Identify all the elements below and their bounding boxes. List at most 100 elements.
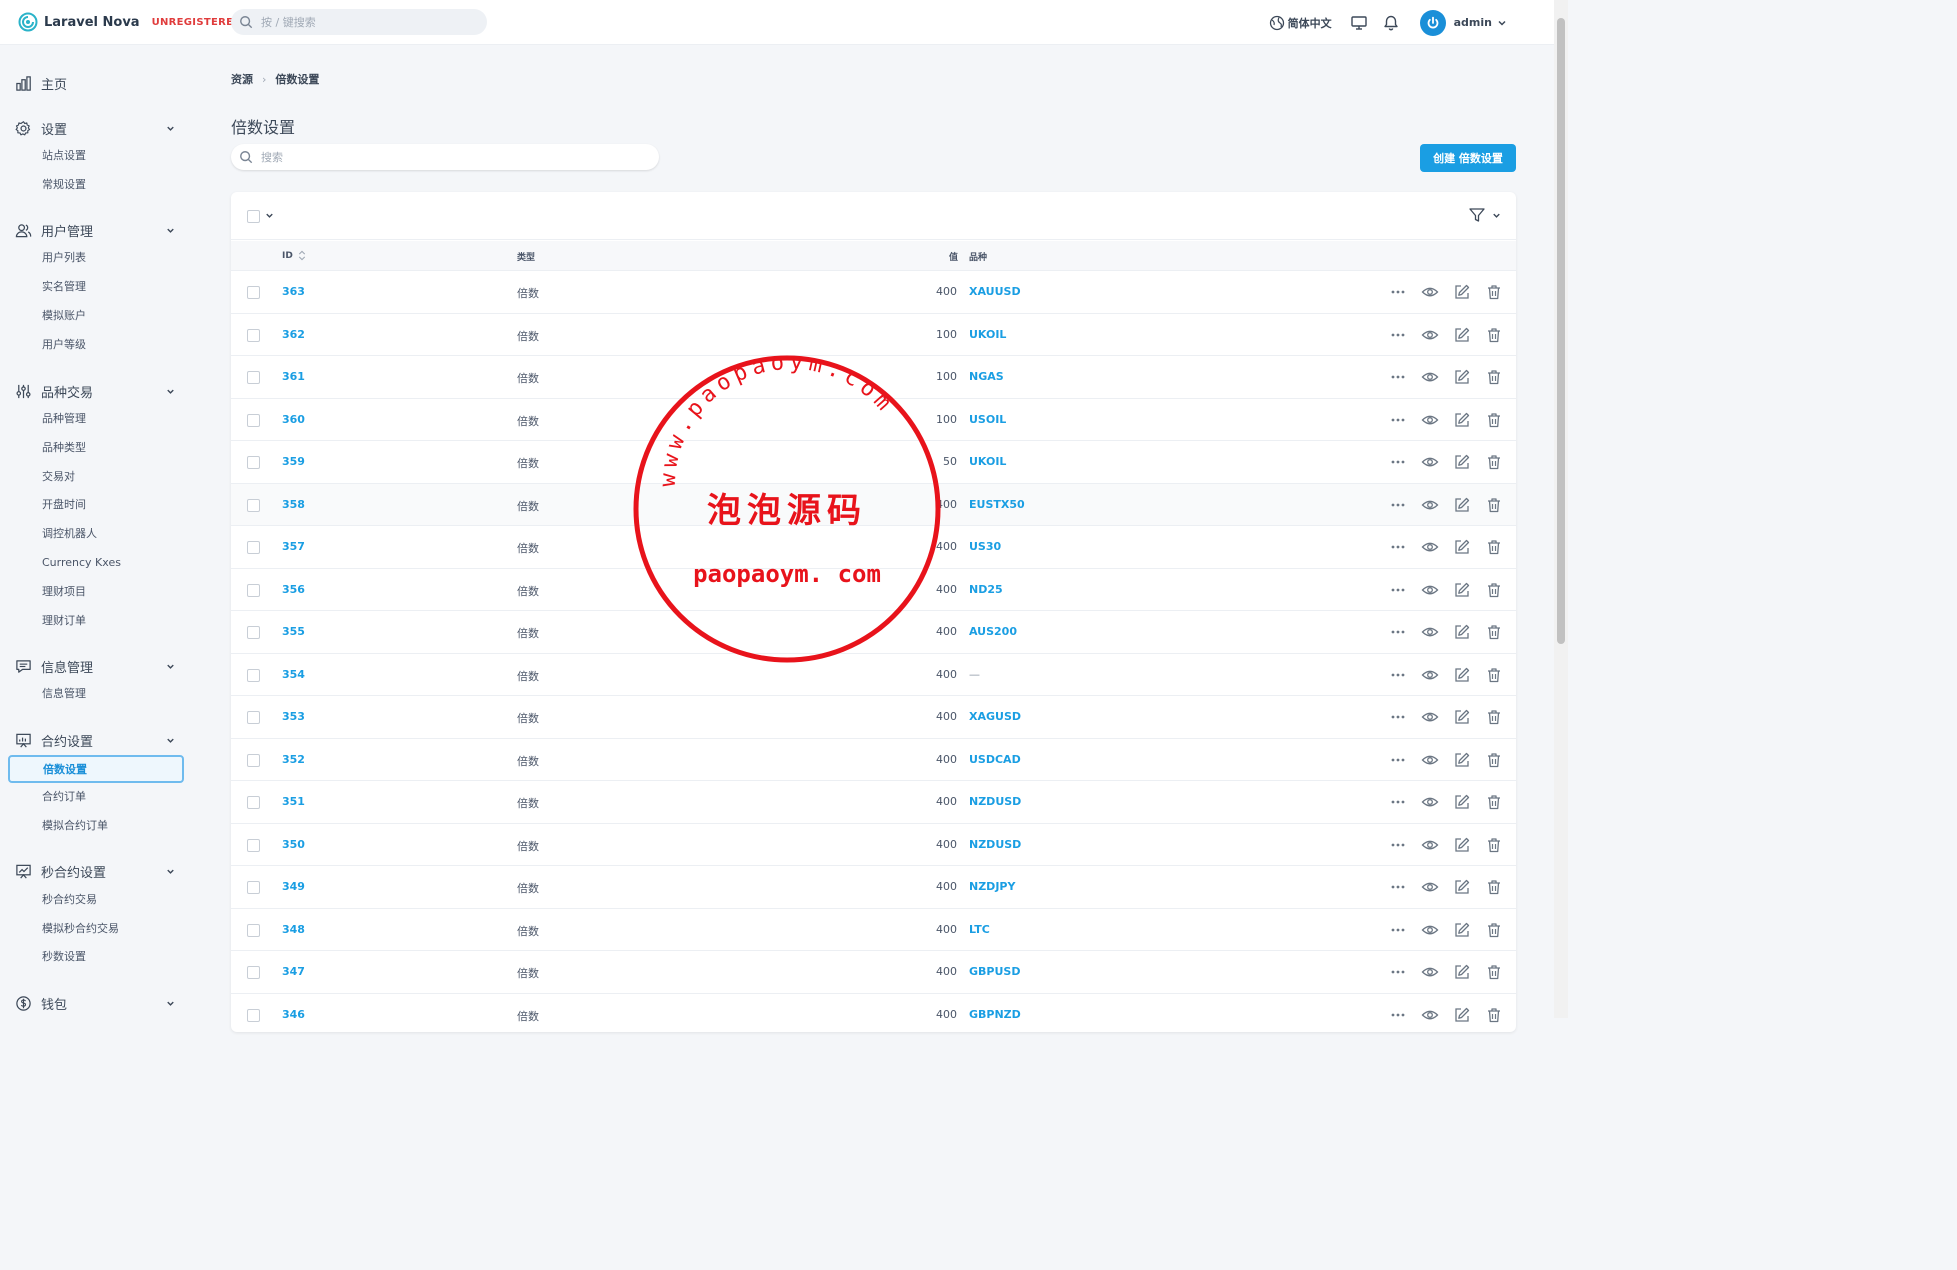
table-row[interactable]: 349 倍数 400 NZDJPY <box>231 866 1516 909</box>
table-row[interactable]: 354 倍数 400 — <box>231 654 1516 696</box>
sidebar-item-user-list[interactable]: 用户列表 <box>42 249 86 267</box>
row-symbol-link[interactable]: UKOIL <box>969 455 1006 468</box>
table-row[interactable]: 355 倍数 400 AUS200 <box>231 611 1516 654</box>
table-row[interactable]: 363 倍数 400 XAUUSD <box>231 271 1516 314</box>
language-switcher[interactable]: 简体中文 <box>1269 15 1332 31</box>
row-checkbox[interactable] <box>247 1008 260 1022</box>
trash-icon[interactable] <box>1484 707 1504 727</box>
edit-icon[interactable] <box>1452 792 1472 812</box>
more-icon[interactable] <box>1388 877 1408 897</box>
row-id-link[interactable]: 362 <box>282 328 305 341</box>
table-row[interactable]: 352 倍数 400 USDCAD <box>231 739 1516 781</box>
more-icon[interactable] <box>1388 920 1408 940</box>
app-logo[interactable]: Laravel Nova UNREGISTERED <box>18 12 242 32</box>
row-id-link[interactable]: 363 <box>282 285 305 298</box>
row-id-link[interactable]: 354 <box>282 668 305 681</box>
more-icon[interactable] <box>1388 580 1408 600</box>
row-id-link[interactable]: 353 <box>282 710 305 723</box>
edit-icon[interactable] <box>1452 1005 1472 1025</box>
sidebar-item-general-settings[interactable]: 常规设置 <box>42 176 86 194</box>
eye-icon[interactable] <box>1420 367 1440 387</box>
more-icon[interactable] <box>1388 282 1408 302</box>
trash-icon[interactable] <box>1484 792 1504 812</box>
row-symbol-link[interactable]: NGAS <box>969 370 1004 383</box>
trash-icon[interactable] <box>1484 367 1504 387</box>
row-checkbox[interactable] <box>247 286 260 299</box>
more-icon[interactable] <box>1388 707 1408 727</box>
edit-icon[interactable] <box>1452 452 1472 472</box>
eye-icon[interactable] <box>1420 877 1440 897</box>
more-icon[interactable] <box>1388 367 1408 387</box>
eye-icon[interactable] <box>1420 452 1440 472</box>
eye-icon[interactable] <box>1420 580 1440 600</box>
edit-icon[interactable] <box>1452 410 1472 430</box>
table-row[interactable]: 350 倍数 400 NZDUSD <box>231 824 1516 866</box>
trash-icon[interactable] <box>1484 1005 1504 1025</box>
sidebar-item-multiplier-settings[interactable]: 倍数设置 <box>8 755 184 783</box>
eye-icon[interactable] <box>1420 325 1440 345</box>
row-id-link[interactable]: 346 <box>282 1008 305 1021</box>
user-menu[interactable]: admin <box>1419 9 1508 36</box>
edit-icon[interactable] <box>1452 962 1472 982</box>
chevron-down-icon[interactable] <box>165 866 176 877</box>
row-symbol-link[interactable]: GBPNZD <box>969 1008 1021 1021</box>
row-checkbox[interactable] <box>247 456 260 469</box>
row-id-link[interactable]: 347 <box>282 965 305 978</box>
trash-icon[interactable] <box>1484 920 1504 940</box>
table-row[interactable]: 353 倍数 400 XAGUSD <box>231 696 1516 739</box>
chevron-down-icon[interactable] <box>165 225 176 236</box>
sidebar-group-settings[interactable]: 设置 <box>14 117 180 139</box>
trash-icon[interactable] <box>1484 665 1504 685</box>
more-icon[interactable] <box>1388 622 1408 642</box>
table-row[interactable]: 356 倍数 400 ND25 <box>231 569 1516 611</box>
row-id-link[interactable]: 351 <box>282 795 305 808</box>
row-symbol-link[interactable]: USOIL <box>969 413 1006 426</box>
sidebar-item-trading-pairs[interactable]: 交易对 <box>42 468 75 486</box>
sidebar-item-symbol-management[interactable]: 品种管理 <box>42 410 86 428</box>
eye-icon[interactable] <box>1420 282 1440 302</box>
resource-search[interactable] <box>231 144 659 170</box>
more-icon[interactable] <box>1388 495 1408 515</box>
more-icon[interactable] <box>1388 452 1408 472</box>
row-checkbox[interactable] <box>247 711 260 724</box>
row-symbol-link[interactable]: GBPUSD <box>969 965 1020 978</box>
edit-icon[interactable] <box>1452 920 1472 940</box>
row-checkbox[interactable] <box>247 753 260 767</box>
more-icon[interactable] <box>1388 325 1408 345</box>
row-id-link[interactable]: 356 <box>282 583 305 596</box>
eye-icon[interactable] <box>1420 537 1440 557</box>
row-symbol-link[interactable]: NZDUSD <box>969 795 1021 808</box>
eye-icon[interactable] <box>1420 410 1440 430</box>
sidebar-group-wallet[interactable]: 钱包 <box>14 992 180 1014</box>
edit-icon[interactable] <box>1452 877 1472 897</box>
trash-icon[interactable] <box>1484 835 1504 855</box>
table-row[interactable]: 360 倍数 100 USOIL <box>231 399 1516 441</box>
sidebar-item-demo-second-contract-trades[interactable]: 模拟秒合约交易 <box>42 920 119 938</box>
row-id-link[interactable]: 359 <box>282 455 305 468</box>
more-icon[interactable] <box>1388 1005 1408 1025</box>
sidebar-item-control-robot[interactable]: 调控机器人 <box>42 525 97 543</box>
sidebar-item-contract-orders[interactable]: 合约订单 <box>42 788 86 806</box>
row-checkbox[interactable] <box>247 413 260 427</box>
sidebar-group-trading[interactable]: 品种交易 <box>14 380 180 402</box>
sidebar-item-wealth-products[interactable]: 理财项目 <box>42 583 86 601</box>
chevron-down-icon[interactable] <box>165 735 176 746</box>
trash-icon[interactable] <box>1484 580 1504 600</box>
trash-icon[interactable] <box>1484 750 1504 770</box>
row-symbol-link[interactable]: AUS200 <box>969 625 1017 638</box>
eye-icon[interactable] <box>1420 750 1440 770</box>
table-row[interactable]: 359 倍数 50 UKOIL <box>231 441 1516 484</box>
sidebar-item-currency-kxes[interactable]: Currency Kxes <box>42 554 121 572</box>
row-checkbox[interactable] <box>247 838 260 852</box>
eye-icon[interactable] <box>1420 1005 1440 1025</box>
chevron-down-icon[interactable] <box>165 998 176 1009</box>
sidebar-group-messages[interactable]: 信息管理 <box>14 655 180 677</box>
sidebar-item-user-levels[interactable]: 用户等级 <box>42 336 86 354</box>
row-id-link[interactable]: 357 <box>282 540 305 553</box>
table-row[interactable]: 361 倍数 100 NGAS <box>231 356 1516 399</box>
eye-icon[interactable] <box>1420 835 1440 855</box>
filter-button[interactable] <box>1468 206 1502 224</box>
global-search[interactable] <box>231 9 487 35</box>
more-icon[interactable] <box>1388 750 1408 770</box>
sidebar-group-home[interactable]: 主页 <box>14 72 180 94</box>
